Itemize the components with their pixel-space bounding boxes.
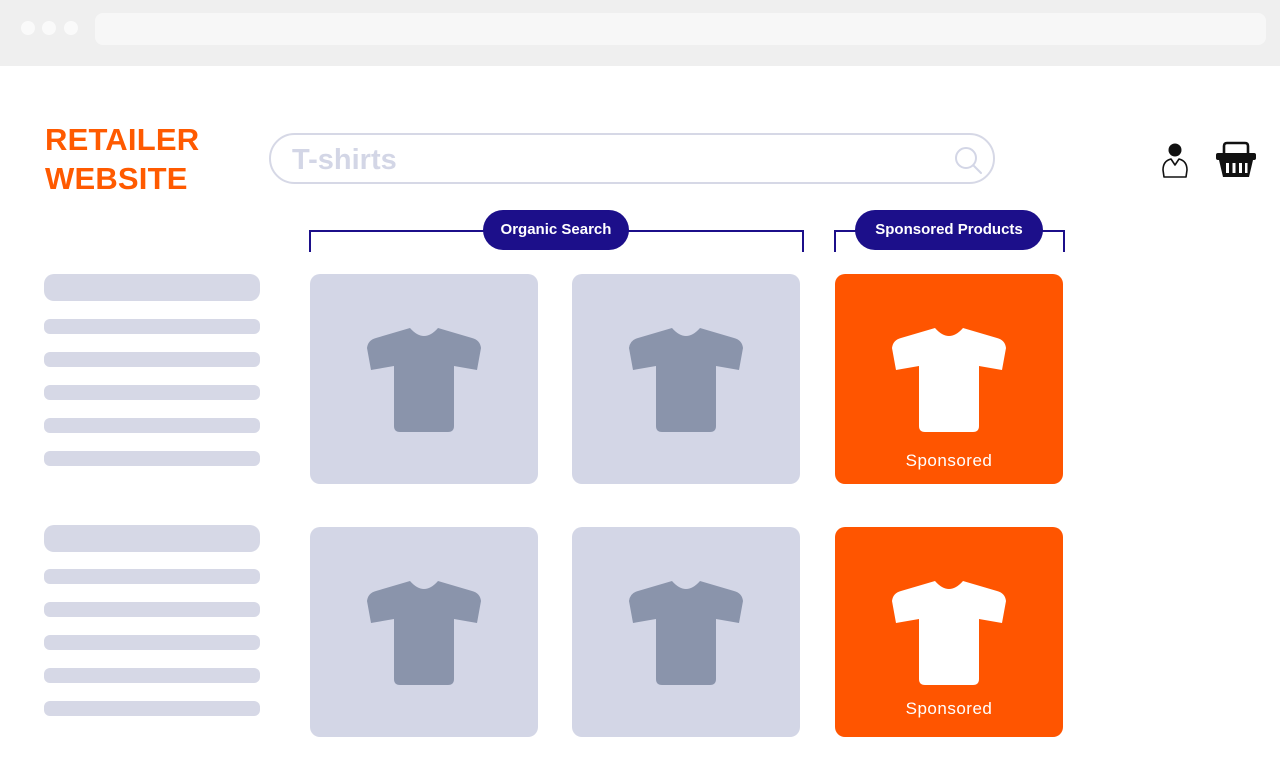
tshirt-icon [892,581,1006,685]
site-logo[interactable]: RETAILER WEBSITE [45,120,245,198]
logo-line-2: WEBSITE [45,161,188,196]
filter-item-placeholder[interactable] [44,385,260,400]
search-bar[interactable]: T-shirts [269,133,995,184]
logo-line-1: RETAILER [45,122,200,157]
filter-item-placeholder[interactable] [44,701,260,716]
filter-item-placeholder[interactable] [44,352,260,367]
filter-item-placeholder[interactable] [44,569,260,584]
filter-heading-placeholder[interactable] [44,274,260,301]
tshirt-icon [629,581,743,685]
filter-item-placeholder[interactable] [44,319,260,334]
window-maximize-button[interactable] [64,21,78,35]
address-bar[interactable] [95,13,1266,45]
tshirt-icon [892,328,1006,432]
browser-chrome [0,0,1280,66]
account-icon[interactable] [1158,141,1192,179]
organic-search-label: Organic Search [483,210,629,250]
tshirt-icon [629,328,743,432]
filter-item-placeholder[interactable] [44,451,260,466]
sponsored-label: Sponsored [905,699,993,718]
sponsored-products-label: Sponsored Products [855,210,1043,250]
filter-item-placeholder[interactable] [44,602,260,617]
basket-icon[interactable] [1214,140,1258,180]
filter-item-placeholder[interactable] [44,418,260,433]
search-icon[interactable] [953,145,983,175]
sponsored-product-card[interactable]: Sponsored [835,274,1063,484]
sponsored-label: Sponsored [905,451,993,470]
filter-heading-placeholder[interactable] [44,525,260,552]
search-input[interactable]: T-shirts [292,144,397,177]
window-minimize-button[interactable] [42,21,56,35]
sponsored-product-card[interactable]: Sponsored [835,527,1063,737]
tshirt-icon [367,581,481,685]
filter-item-placeholder[interactable] [44,668,260,683]
organic-product-card[interactable] [310,274,538,484]
tshirt-icon [367,328,481,432]
organic-product-card[interactable] [310,527,538,737]
organic-product-card[interactable] [572,274,800,484]
organic-product-card[interactable] [572,527,800,737]
window-close-button[interactable] [21,21,35,35]
filter-item-placeholder[interactable] [44,635,260,650]
